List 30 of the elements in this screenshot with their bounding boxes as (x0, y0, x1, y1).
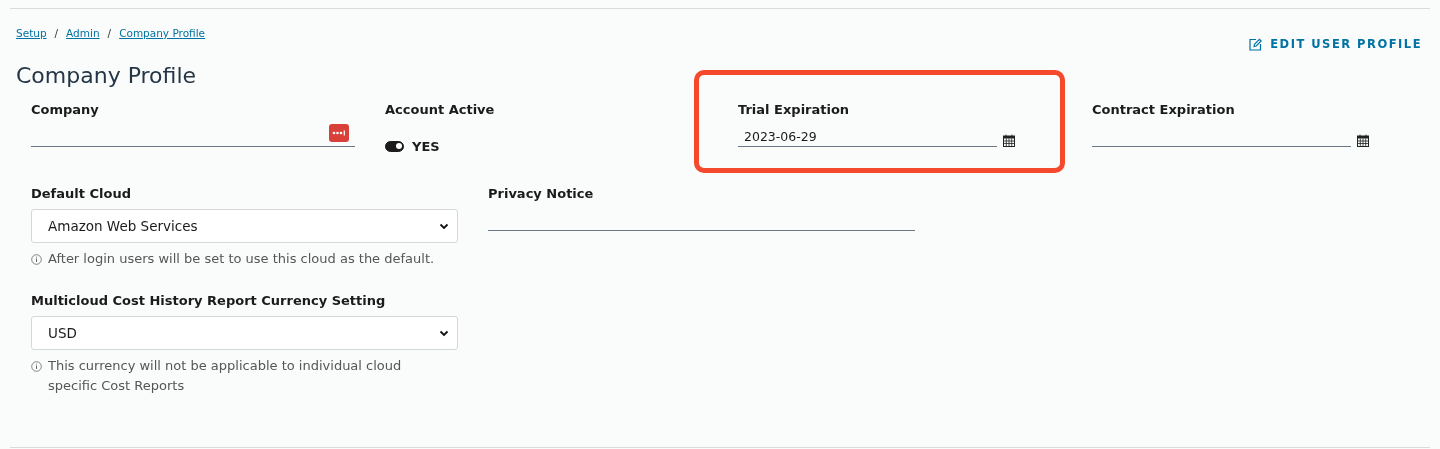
date-field[interactable]: 2023-06-29 (738, 127, 997, 147)
chevron-down-icon (439, 222, 449, 230)
field-label: Company (31, 102, 100, 117)
page-title: Company Profile (16, 63, 198, 88)
password-manager-icon[interactable] (329, 124, 349, 142)
edit-user-profile-link[interactable]: EDIT USER PROFILE (1249, 37, 1422, 51)
chevron-down-icon (439, 329, 449, 337)
field-label: Trial Expiration (738, 102, 851, 117)
edit-icon (1249, 37, 1263, 51)
calendar-icon[interactable] (1003, 134, 1015, 147)
field-label: Account Active (385, 102, 496, 117)
info-icon (31, 361, 42, 372)
company-field[interactable] (31, 127, 355, 147)
breadcrumb-separator: / (107, 27, 112, 39)
breadcrumb-link[interactable]: Setup (16, 27, 47, 39)
field-label: Contract Expiration (1092, 102, 1236, 117)
hint-text: This currency will not be applicable to individual cloud specific Cost Reports (48, 357, 403, 395)
breadcrumb-separator: / (54, 27, 59, 39)
breadcrumb-link[interactable]: Admin (66, 27, 100, 39)
toggle-label: YES (412, 139, 440, 154)
field-label: Default Cloud (31, 186, 132, 201)
info-icon (31, 254, 42, 265)
currency-select[interactable]: USD (31, 316, 458, 350)
toggle-switch[interactable] (385, 141, 404, 152)
hint-text: After login users will be set to use this cloud as the default. (48, 250, 435, 268)
field-label: Privacy Notice (488, 186, 595, 201)
calendar-icon[interactable] (1357, 134, 1369, 147)
breadcrumb-link[interactable]: Company Profile (119, 27, 206, 39)
cloud-select[interactable]: Amazon Web Services (31, 209, 458, 243)
field-label: Multicloud Cost History Report Currency Setting (31, 293, 387, 308)
